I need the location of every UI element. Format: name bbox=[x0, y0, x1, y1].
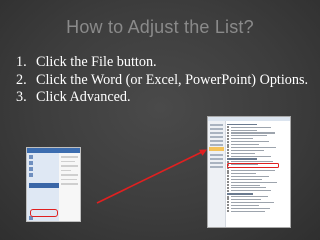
slide: How to Adjust the List? 1. Click the Fil… bbox=[0, 0, 320, 240]
arrow-right-icon bbox=[96, 149, 207, 204]
